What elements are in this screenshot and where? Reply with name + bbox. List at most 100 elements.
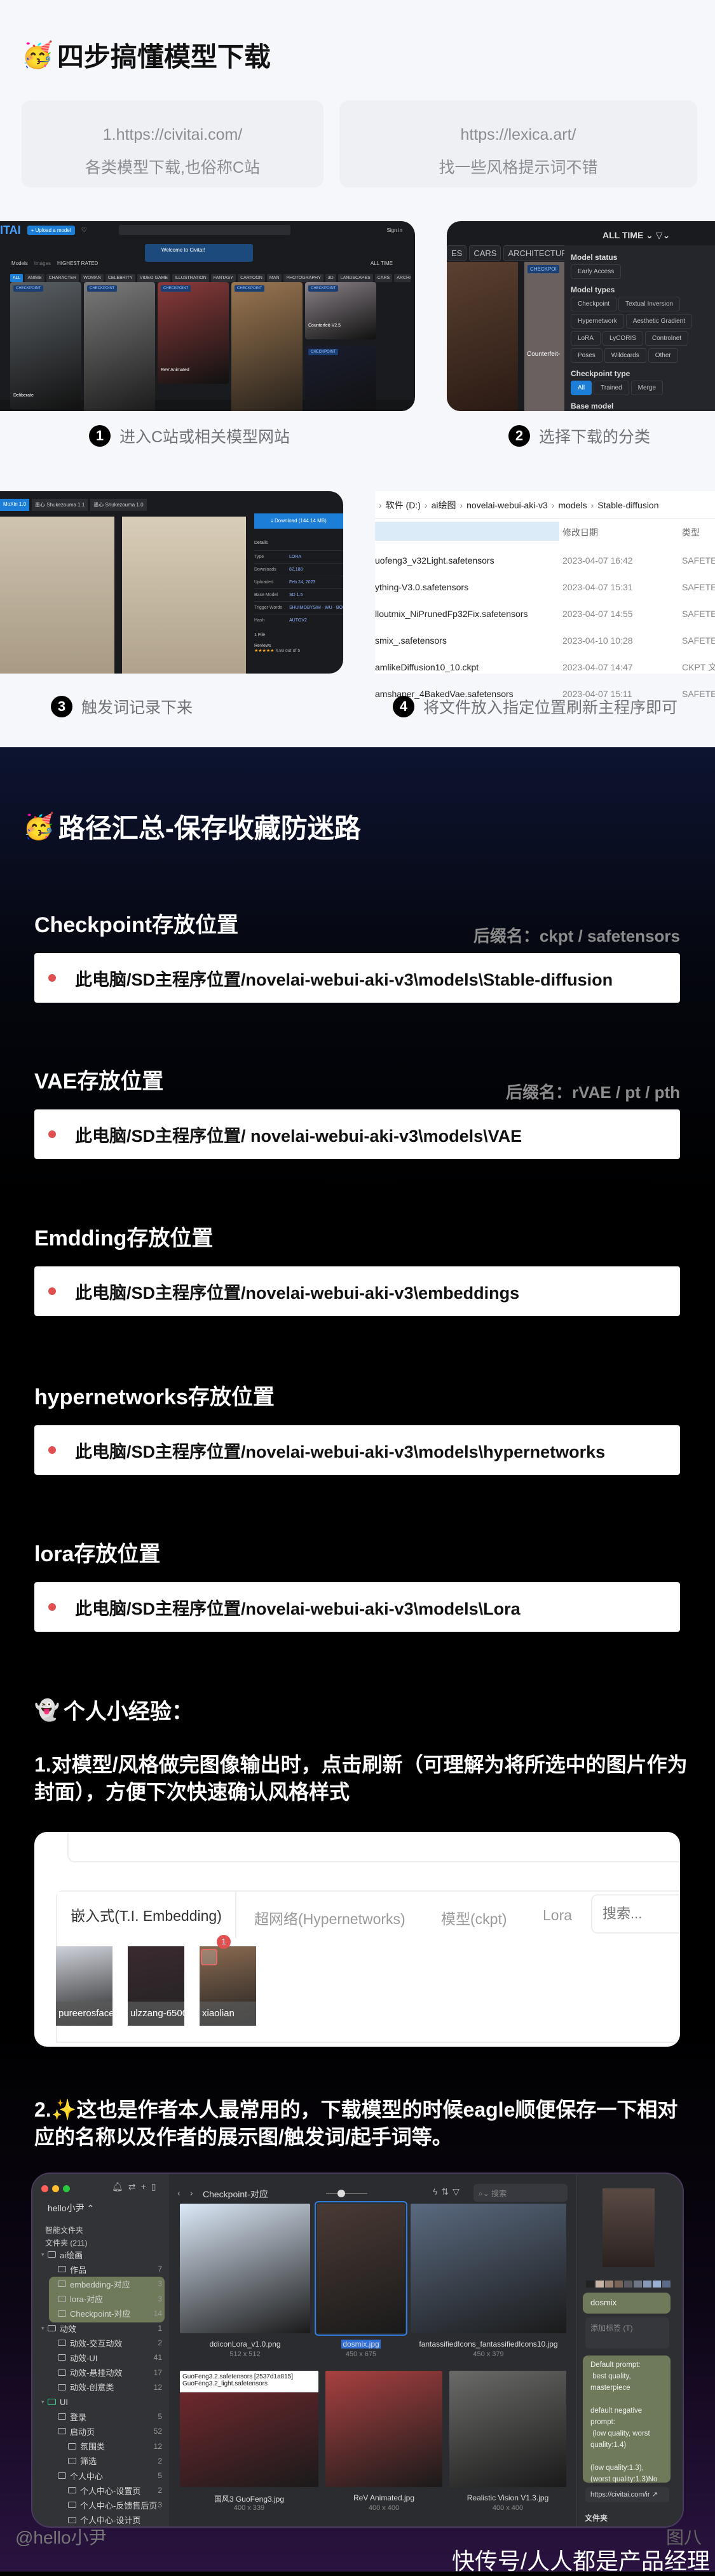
path-text[interactable]: 此电脑/SD主程序位置/ novelai-webui-aki-v3\models… [75, 1122, 522, 1147]
path-text[interactable]: 此电脑/SD主程序位置/novelai-webui-aki-v3\models\… [75, 966, 613, 991]
notes-field[interactable]: Default prompt: best quality, masterpiec… [583, 2356, 671, 2483]
filter-option[interactable]: Aesthetic Gradient [625, 314, 692, 329]
filter-option[interactable]: Other [648, 348, 678, 363]
type-column-header[interactable]: 类型 [682, 526, 700, 539]
prompt-area[interactable] [67, 1832, 680, 1862]
category-chip[interactable]: ANIME [25, 274, 44, 282]
tab-lora[interactable]: Lora [543, 1907, 572, 1924]
forward-icon[interactable]: › [190, 2188, 193, 2198]
category-chip[interactable]: CELEBRITY [105, 274, 135, 282]
filter-option[interactable]: LyCORIS [603, 331, 643, 346]
color-swatch[interactable] [643, 2281, 651, 2288]
folder-item[interactable]: ▾ 动效 1 [41, 2321, 168, 2335]
color-swatch[interactable] [596, 2281, 604, 2288]
category-chip[interactable]: LANDSCAPES [337, 274, 373, 282]
tab-ckpt[interactable]: 模型(ckpt) [441, 1907, 507, 1929]
folder-item[interactable]: Checkpoint-对应 14 [51, 2307, 168, 2321]
color-swatch[interactable] [624, 2281, 632, 2288]
civitai-search[interactable] [118, 225, 290, 235]
card-url[interactable]: 1.https://civitai.com/ [22, 118, 323, 151]
folder-item[interactable]: 个人中心-设置页 2 [62, 2483, 168, 2497]
search-input[interactable]: ⌕⌄ 搜索 [473, 2184, 568, 2202]
path-box[interactable]: 此电脑/SD主程序位置/novelai-webui-aki-v3\models\… [34, 1425, 680, 1475]
folder-item[interactable]: 氛围类 12 [62, 2439, 168, 2453]
folder-item[interactable]: lora-对应 3 [51, 2292, 168, 2306]
category-chip[interactable]: CHARACTER [46, 274, 79, 282]
lexica-card[interactable]: https://lexica.art/ 找一些风格提示词不错 [339, 100, 697, 187]
color-swatch[interactable] [586, 2281, 594, 2288]
filter-option[interactable]: Textual Inversion [618, 297, 681, 311]
folder-item[interactable]: ▾ ai绘画 [41, 2247, 168, 2261]
category-chip[interactable]: ALL [10, 274, 24, 282]
filter-option[interactable]: Controlnet [644, 331, 689, 346]
model-card[interactable]: pureerosface... [56, 1946, 112, 2026]
asset-thumbnail[interactable]: GuoFeng3.2.safetensors [2537d1a815] GuoF… [180, 2371, 318, 2487]
model-card[interactable]: ulzzang-6500... [128, 1946, 184, 2026]
category-chip[interactable]: ARCHITECTURE [394, 274, 411, 282]
path-box[interactable]: 此电脑/SD主程序位置/ novelai-webui-aki-v3\models… [34, 1109, 680, 1159]
sidebar-toggle-icon[interactable]: ▯ [151, 2181, 161, 2192]
sync-icon[interactable]: ⇄ [128, 2181, 141, 2192]
filter-option[interactable]: Merge [630, 381, 664, 395]
period-dropdown[interactable]: ALL TIME [371, 261, 393, 266]
sort-dropdown[interactable]: HIGHEST RATED [57, 261, 98, 266]
folder-item[interactable]: 动效-UI 41 [51, 2350, 168, 2364]
chevron-icon[interactable]: ▾ [41, 2399, 48, 2406]
category-chip[interactable]: CARTOON [238, 274, 265, 282]
maximize-icon[interactable] [63, 2185, 70, 2192]
category-chip[interactable]: ES [447, 245, 467, 261]
asset-name[interactable]: Realistic Vision V1.3.jpg [437, 2493, 579, 2502]
civitai-card[interactable]: 1.https://civitai.com/ 各类模型下载,也俗称C站 [22, 100, 323, 187]
bell-icon[interactable]: 🔔︎ [112, 2181, 128, 2192]
upload-model-button[interactable]: + Upload a model [27, 225, 75, 235]
category-chip[interactable]: ILLUSTRATION [172, 274, 209, 282]
model-name[interactable]: ReV Animated [161, 368, 189, 372]
color-swatch[interactable] [653, 2281, 661, 2288]
color-swatch[interactable] [605, 2281, 613, 2288]
filter-icon[interactable]: ▽ [453, 2186, 463, 2197]
model-card[interactable]: CHECKPOINTRealistic Vision V2.0 [84, 282, 155, 411]
model-card[interactable]: CHECKPOINT [305, 346, 376, 411]
model-name[interactable]: Counterfeit-V2.5 [308, 323, 341, 328]
version-tab[interactable]: MoXin 1.0 [0, 499, 30, 511]
folder-item[interactable]: 个人中心 5 [51, 2469, 168, 2483]
card-url[interactable]: https://lexica.art/ [339, 118, 697, 151]
slider-handle[interactable] [337, 2190, 345, 2197]
file-row[interactable]: ything-V3.0.safetensors 2023-04-07 15:31 S… [375, 574, 715, 600]
filter-option[interactable]: LoRA [571, 331, 601, 346]
version-tab[interactable]: 墨心 Shukezouma 1.1 [32, 499, 88, 511]
file-row[interactable]: smix_.safetensors2023-04-10 10:28 SAFETEN [375, 627, 715, 654]
category-chip[interactable]: MAN [266, 274, 282, 282]
color-swatch[interactable] [662, 2281, 671, 2288]
category-chip[interactable]: WOMAN [81, 274, 104, 282]
folder-item[interactable]: 动效-悬挂动效 17 [51, 2366, 168, 2380]
file-row[interactable]: amlikeDiffusion10_10.ckpt 2023-04-07 14:4… [375, 654, 715, 681]
smart-folders[interactable]: 智能文件夹 [45, 2225, 83, 2235]
asset-thumbnail[interactable] [411, 2204, 566, 2333]
color-swatch[interactable] [634, 2281, 642, 2288]
breadcrumb-item[interactable]: 软件 (D:) [386, 500, 421, 510]
folder-item[interactable]: 动效-交互动效 2 [51, 2336, 168, 2350]
breadcrumb-item[interactable]: models [558, 500, 587, 510]
replace-preview-icon[interactable] [201, 1949, 217, 1965]
asset-thumbnail[interactable] [180, 2204, 310, 2333]
period-dropdown[interactable]: ALL TIME ⌄ ▽⌄ [603, 230, 670, 241]
tab-embedding[interactable]: 嵌入式(T.I. Embedding) [57, 1892, 236, 1939]
file-name[interactable]: uofeng3_v32Light.safetensors [375, 555, 562, 566]
file-name[interactable]: ything-V3.0.safetensors [375, 582, 562, 592]
path-box[interactable]: 此电脑/SD主程序位置/novelai-webui-aki-v3\models\… [34, 953, 680, 1003]
path-box[interactable]: 此电脑/SD主程序位置/novelai-webui-aki-v3\models\… [34, 1582, 680, 1632]
name-field[interactable]: dosmix [583, 2293, 671, 2314]
zoom-slider[interactable] [326, 2190, 367, 2197]
folders-label[interactable]: 文件夹 (211) [45, 2237, 87, 2248]
heart-icon[interactable]: ♡ [81, 227, 87, 234]
folder-item[interactable]: 启动页 52 [51, 2424, 168, 2438]
color-swatch[interactable] [615, 2281, 623, 2288]
tab-images[interactable]: Images [34, 261, 51, 266]
folder-item[interactable]: ▾ UI [41, 2395, 168, 2409]
filter-option[interactable]: All [571, 381, 592, 395]
version-tab[interactable]: 墨心 Shukezouma 1.0 [90, 499, 147, 511]
model-card[interactable]: CHECKPOINT Deliberate [10, 282, 81, 409]
tab-hypernetworks[interactable]: 超网络(Hypernetworks) [254, 1907, 405, 1929]
folder-item[interactable]: 筛选 2 [62, 2454, 168, 2468]
